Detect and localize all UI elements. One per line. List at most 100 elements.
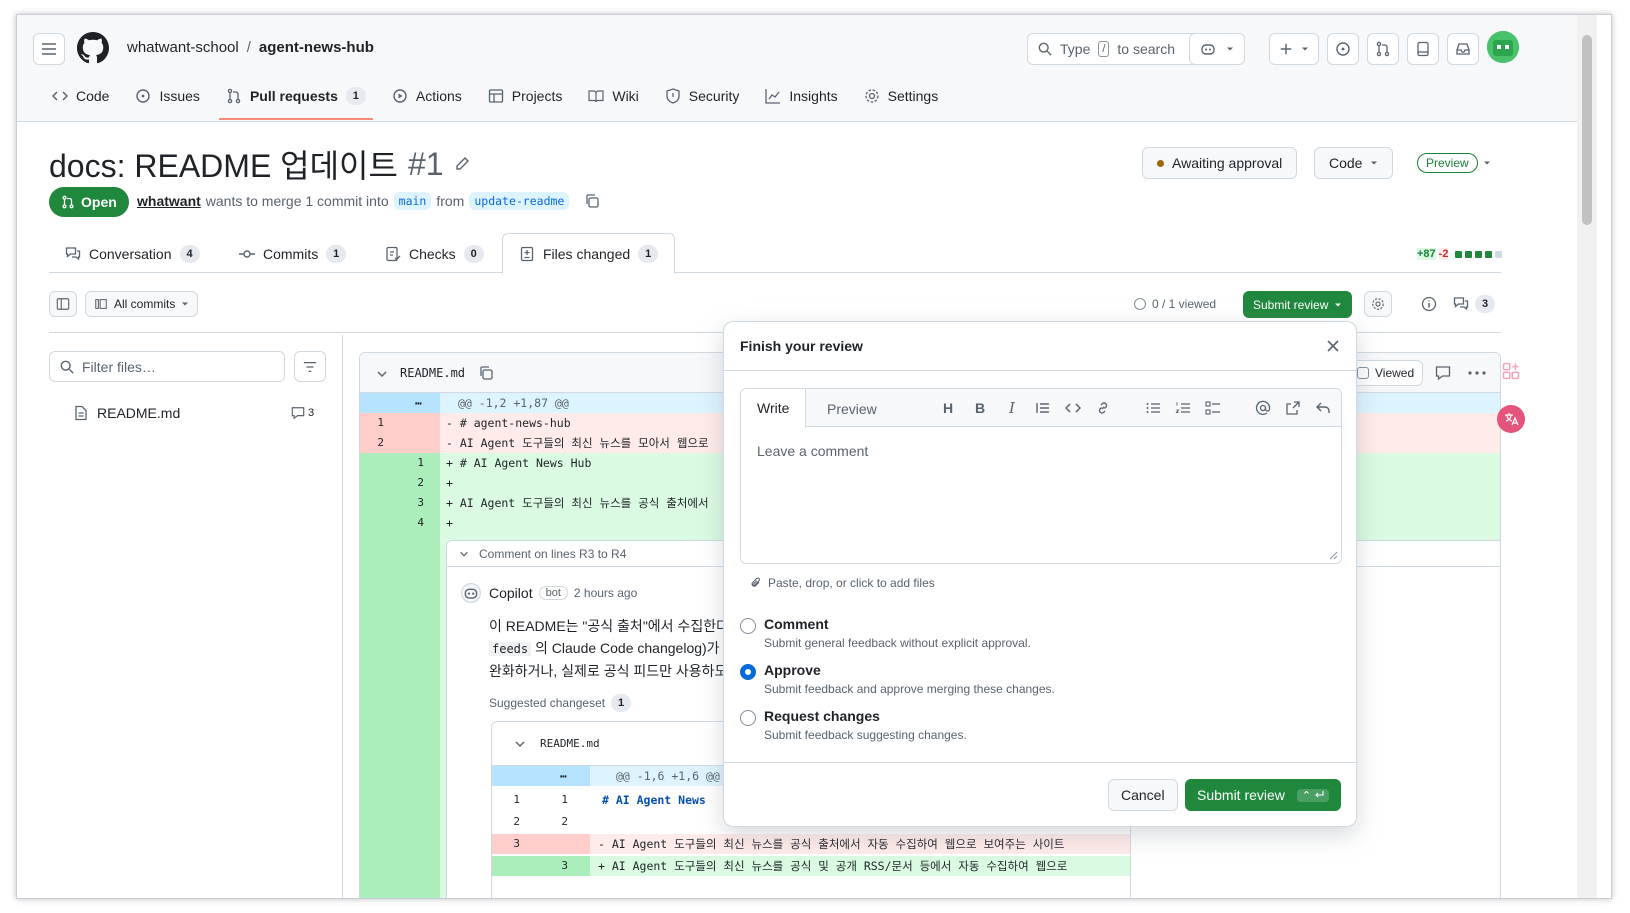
dialog-title: Finish your review [740,338,863,354]
nav-pull-requests[interactable]: Pull requests 1 [213,79,379,120]
hamburger-menu-button[interactable] [33,33,65,65]
copilot-icon [461,583,481,603]
suggested-changeset: Suggested changeset 1 [489,694,632,712]
copy-icon[interactable] [478,365,494,381]
tab-conversation-count: 4 [179,244,200,263]
ordered-list-icon[interactable] [1175,400,1191,416]
awaiting-approval-button[interactable]: Awaiting approval [1142,147,1298,179]
italic-icon[interactable]: I [1003,398,1021,418]
nav-wiki[interactable]: Wiki [575,79,651,119]
tab-commits[interactable]: Commits 1 [223,233,362,274]
comment-author[interactable]: Copilot [489,585,533,601]
toggle-file-tree-button[interactable] [49,291,77,317]
kebab-horizontal-icon[interactable] [1468,371,1486,375]
close-icon[interactable] [1327,340,1339,352]
review-option-request-changes[interactable]: Request changes Submit feedback suggesti… [740,708,967,742]
tasklist-icon[interactable] [1205,400,1221,416]
nav-pull-requests-count: 1 [345,87,366,105]
preview-badge[interactable]: Preview [1417,153,1478,173]
github-logo-icon[interactable] [77,32,109,64]
old-line-number[interactable]: 1 [360,413,384,433]
tab-files-changed[interactable]: Files changed 1 [502,233,676,274]
create-new-button[interactable] [1269,33,1319,65]
comment-time[interactable]: 2 hours ago [574,586,637,600]
old-line-number[interactable]: 2 [360,433,384,453]
side-widget[interactable] [1501,361,1523,383]
copy-icon[interactable] [584,193,600,209]
chevron-down-icon[interactable] [1483,159,1491,167]
breadcrumb-owner[interactable]: whatwant-school [127,39,239,56]
resize-handle-icon[interactable] [1328,550,1338,560]
pr-author-link[interactable]: whatwant [137,193,201,209]
cancel-button[interactable]: Cancel [1108,779,1178,811]
viewed-checkbox[interactable]: Viewed [1348,360,1424,386]
radio-approve[interactable] [740,664,756,680]
code-dropdown-button[interactable]: Code [1314,147,1394,179]
radio-request-changes[interactable] [740,710,756,726]
nav-security[interactable]: Security [652,79,753,119]
all-commits-dropdown[interactable]: All commits [85,291,199,317]
diff-filename[interactable]: README.md [400,366,465,380]
new-line-number[interactable]: 3 [384,493,424,513]
comments-toggle[interactable]: 3 [1453,295,1495,313]
base-branch[interactable]: main [393,192,432,210]
code-icon[interactable] [1065,400,1081,416]
comment-icon[interactable] [1435,365,1451,381]
filter-files-input[interactable]: Filter files… [49,351,285,382]
filter-options-button[interactable] [294,351,326,382]
nav-settings[interactable]: Settings [851,79,952,119]
tab-commits-count: 1 [326,244,347,263]
nav-issues[interactable]: Issues [122,79,212,119]
expand-icon[interactable]: ⋯ [415,393,422,413]
nav-actions[interactable]: Actions [379,79,475,119]
scrollbar-thumb[interactable] [1582,35,1592,225]
pencil-icon[interactable] [454,156,470,172]
info-icon[interactable] [1421,296,1437,312]
tab-preview[interactable]: Preview [811,389,893,428]
mention-icon[interactable] [1255,400,1271,416]
attach-files[interactable]: Paste, drop, or click to add files [750,576,935,590]
issues-button[interactable] [1327,33,1359,65]
reply-icon[interactable] [1315,400,1331,416]
radio-comment[interactable] [740,618,756,634]
avatar[interactable] [1487,31,1519,63]
comment-textarea[interactable]: Leave a comment [757,443,868,459]
pr-number: #1 [407,145,444,182]
tab-write[interactable]: Write [741,389,807,428]
copilot-button[interactable] [1189,33,1245,65]
diff-settings-button[interactable] [1364,291,1392,317]
new-line-number[interactable]: 1 [384,453,424,473]
tab-preview-label: Preview [827,400,877,417]
hunk-text: @@ -1,6 +1,6 @@ [616,769,720,783]
review-option-comment[interactable]: Comment Submit general feedback without … [740,616,1031,650]
file-tree-item[interactable]: README.md 3 [73,405,323,421]
breadcrumb-repo[interactable]: agent-news-hub [259,39,374,56]
nav-projects[interactable]: Projects [475,79,576,119]
tab-conversation[interactable]: Conversation 4 [49,233,216,274]
pull-requests-button[interactable] [1367,33,1399,65]
unordered-list-icon[interactable] [1145,400,1161,416]
chevron-down-icon[interactable] [514,738,526,750]
chevron-down-icon[interactable] [376,368,388,380]
new-line-number[interactable]: 4 [384,513,424,533]
link-icon[interactable] [1095,400,1111,416]
bold-icon[interactable]: B [971,398,989,418]
quote-icon[interactable] [1035,400,1051,416]
page-scrollbar[interactable] [1577,15,1597,898]
submit-review-button[interactable]: Submit review [1243,291,1353,318]
expand-icon[interactable]: ⋯ [560,766,567,786]
head-branch[interactable]: update-readme [469,192,570,210]
translate-widget[interactable] [1497,405,1525,433]
diffstat-block [1485,250,1493,258]
nav-insights[interactable]: Insights [752,79,850,119]
inbox-button[interactable] [1447,33,1479,65]
submit-review-confirm-button[interactable]: Submit review ⌃ [1185,779,1342,811]
tab-checks[interactable]: Checks 0 [369,233,500,274]
nav-code[interactable]: Code [39,79,122,119]
heading-icon[interactable]: H [939,398,957,418]
cross-reference-icon[interactable] [1285,400,1301,416]
new-line-number[interactable]: 2 [384,473,424,493]
repositories-button[interactable] [1407,33,1439,65]
diff-line-text: # AI Agent News [602,793,706,807]
review-option-approve[interactable]: Approve Submit feedback and approve merg… [740,662,1055,696]
